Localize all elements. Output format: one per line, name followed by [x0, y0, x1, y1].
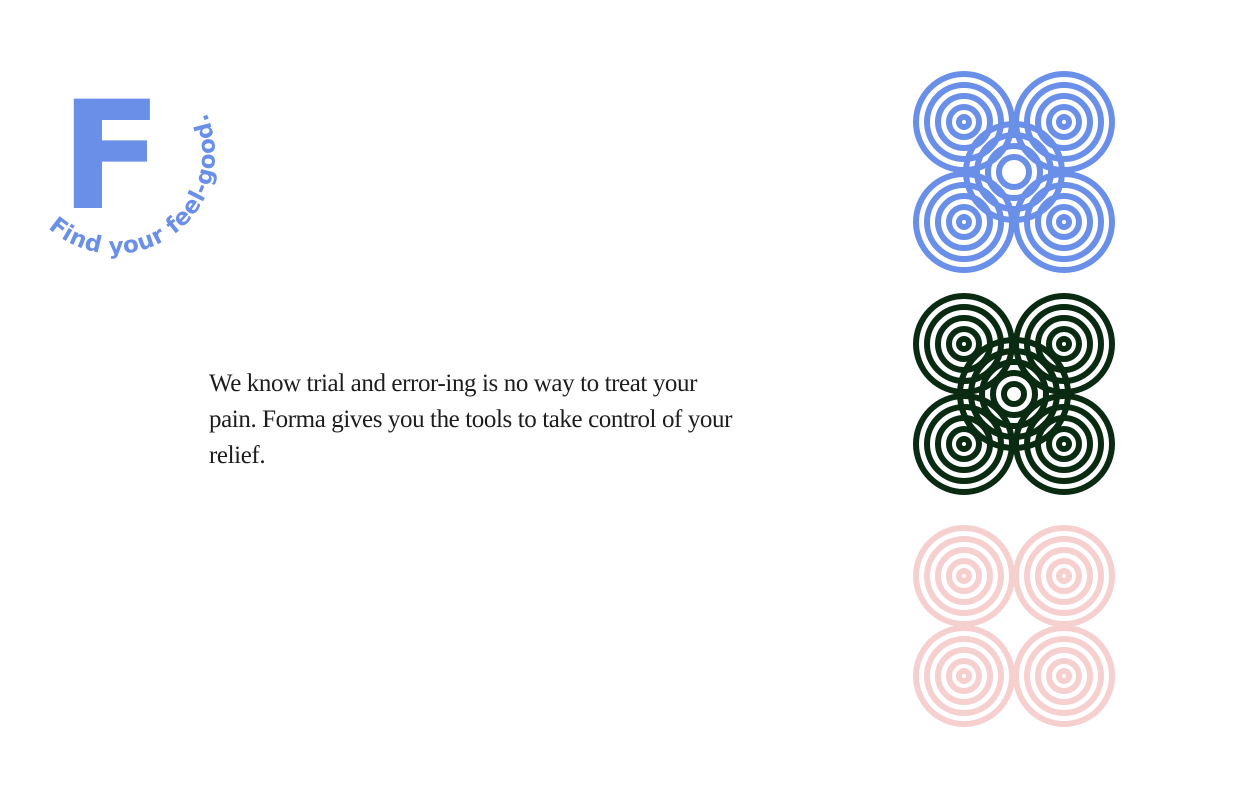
tagline-text: Find your feel-good.: [44, 110, 221, 260]
interlocking-rings-blue-icon: [913, 71, 1115, 273]
brand-logo: F Find your feel-good.: [30, 70, 230, 270]
interlocking-rings-green-icon: [913, 293, 1115, 495]
interlocking-rings-pink-icon: [913, 525, 1115, 727]
tagline-arc: Find your feel-good.: [44, 110, 221, 260]
intro-paragraph: We know trial and error-ing is no way to…: [209, 370, 733, 469]
